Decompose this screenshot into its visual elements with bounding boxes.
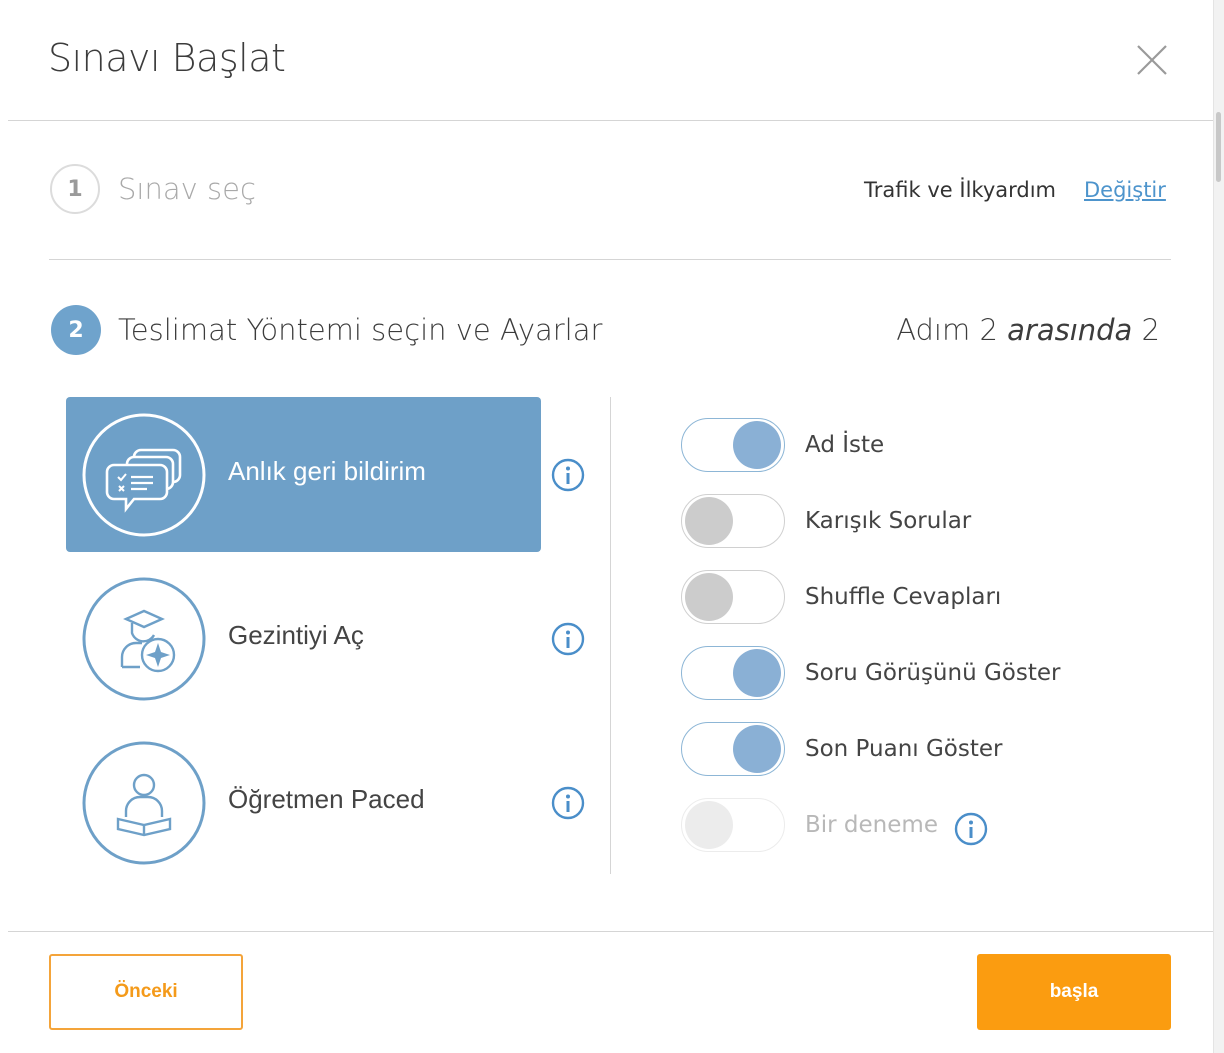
step-progress: Adım 2 arasında 2 [896,313,1160,347]
toggle-ask-name[interactable] [681,418,785,472]
setting-label-shuffle-answers: Shuffle Cevapları [805,584,1002,610]
info-icon[interactable] [551,786,585,820]
info-icon[interactable] [551,622,585,656]
close-icon[interactable] [1132,40,1172,80]
info-icon[interactable] [954,812,988,846]
step2-number: 2 [51,305,101,355]
setting-label-one-attempt: Bir deneme [805,812,938,838]
previous-button[interactable]: Önceki [49,954,243,1030]
feedback-chat-icon [82,413,206,537]
selected-exam-name: Trafik ve İlkyardım [864,178,1056,202]
step-progress-word: arasında [1007,313,1133,347]
method-label: Anlık geri bildirim [228,456,426,486]
setting-label-shuffle-questions: Karışık Sorular [805,508,972,534]
toggle-shuffle-answers[interactable] [681,570,785,624]
step-progress-prefix: Adım 2 [896,313,998,347]
header-divider [8,120,1214,121]
setting-label-ask-name: Ad İste [805,432,885,458]
step2-label: Teslimat Yöntemi seçin ve Ayarlar [118,313,603,347]
start-exam-dialog: Sınavı Başlat 1 Sınav seç Trafik ve İlky… [0,0,1214,1053]
toggle-one-attempt [681,798,785,852]
step-progress-suffix: 2 [1141,313,1160,347]
scrollbar[interactable] [1213,0,1224,1053]
setting-label-show-question-feedback: Soru Görüşünü Göster [805,660,1061,686]
student-compass-icon [82,577,206,701]
toggle-show-final-score[interactable] [681,722,785,776]
step-divider [49,259,1171,260]
toggle-knob [733,725,781,773]
method-label: Gezintiyi Aç [228,620,364,650]
method-label: Öğretmen Paced [228,784,425,814]
method-instant-feedback[interactable]: Anlık geri bildirim [66,397,541,552]
scrollbar-thumb[interactable] [1216,112,1221,182]
toggle-knob [685,573,733,621]
dialog-title: Sınavı Başlat [48,36,286,80]
toggle-knob [733,649,781,697]
start-button[interactable]: başla [977,954,1171,1030]
step1-number: 1 [50,164,100,214]
footer-divider [8,931,1214,932]
toggle-knob [685,801,733,849]
column-divider [610,397,611,874]
setting-label-show-final-score: Son Puanı Göster [805,736,1003,762]
toggle-knob [685,497,733,545]
toggle-knob [733,421,781,469]
toggle-show-question-feedback[interactable] [681,646,785,700]
change-exam-link[interactable]: Değiştir [1084,178,1166,202]
info-icon[interactable] [551,458,585,492]
method-open-navigation[interactable]: Gezintiyi Aç [66,561,541,716]
method-teacher-paced[interactable]: Öğretmen Paced [66,725,541,880]
teacher-book-icon [82,741,206,865]
toggle-shuffle-questions[interactable] [681,494,785,548]
step1-label: Sınav seç [118,172,256,206]
